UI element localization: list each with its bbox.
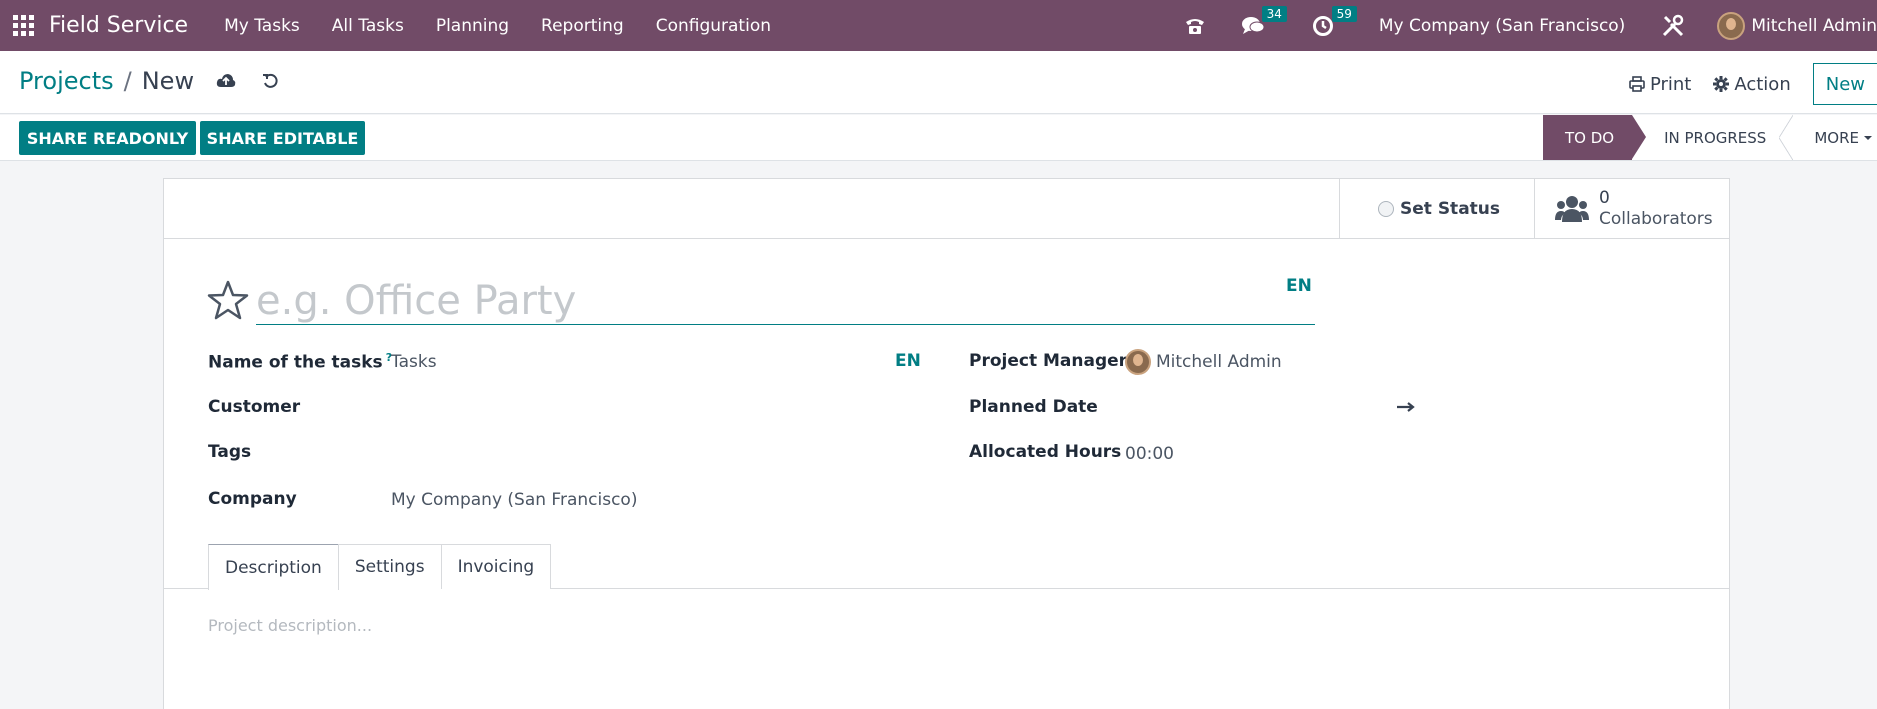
tab-settings[interactable]: Settings xyxy=(337,544,442,589)
project-manager-avatar xyxy=(1125,349,1151,375)
project-name-input[interactable]: e.g. Office Party xyxy=(256,277,1315,325)
form-sheet: Set Status 0 Collaborators e.g. Office P… xyxy=(163,178,1730,709)
allocated-hours-label: Allocated Hours xyxy=(969,442,1122,462)
new-button[interactable]: New xyxy=(1812,63,1877,105)
breadcrumb-current: New xyxy=(141,67,195,95)
print-button[interactable]: Print xyxy=(1629,74,1691,95)
tab-invoicing[interactable]: Invoicing xyxy=(440,544,552,589)
menu-configuration[interactable]: Configuration xyxy=(656,16,771,36)
messages-icon[interactable]: 34 xyxy=(1239,5,1287,40)
action-button[interactable]: Action xyxy=(1713,73,1791,95)
user-avatar xyxy=(1717,11,1746,40)
allocated-hours-input[interactable]: 00:00 xyxy=(1125,444,1174,464)
control-panel: Projects / New Print Action New xyxy=(0,51,1877,114)
tasks-name-label: Name of the tasks? xyxy=(208,351,393,373)
tasks-name-input[interactable]: Tasks xyxy=(391,352,437,372)
app-name[interactable]: Field Service xyxy=(49,13,188,38)
tab-description[interactable]: Description xyxy=(208,544,339,590)
tags-label: Tags xyxy=(208,442,252,462)
discard-undo-icon[interactable] xyxy=(262,72,280,90)
arrow-right-icon xyxy=(1397,402,1415,412)
breadcrumb: Projects / New xyxy=(19,67,280,95)
company-label: Company xyxy=(208,489,297,509)
activities-clock-icon[interactable]: 59 xyxy=(1309,5,1357,40)
set-status-label: Set Status xyxy=(1400,198,1501,219)
company-switcher[interactable]: My Company (San Francisco) xyxy=(1379,16,1625,36)
share-editable-button[interactable]: SHARE EDITABLE xyxy=(200,121,365,155)
project-manager-input[interactable]: Mitchell Admin xyxy=(1156,352,1282,372)
menu-my-tasks[interactable]: My Tasks xyxy=(224,16,300,36)
description-editor[interactable]: Project description... xyxy=(208,616,372,635)
debug-tools-icon[interactable] xyxy=(1659,12,1687,40)
status-radio-icon xyxy=(1378,200,1394,217)
favorite-star-icon[interactable] xyxy=(207,279,249,321)
users-icon xyxy=(1555,195,1589,222)
stage-pipeline: TO DO IN PROGRESS MORE xyxy=(1542,115,1877,160)
title-row: e.g. Office Party xyxy=(207,277,1327,327)
top-navbar: Field Service My Tasks All Tasks Plannin… xyxy=(0,0,1877,51)
tags-input[interactable] xyxy=(391,442,891,464)
stage-more-dropdown[interactable]: MORE xyxy=(1792,115,1877,160)
title-lang-button[interactable]: EN xyxy=(1286,276,1312,296)
phone-icon[interactable] xyxy=(1181,12,1209,40)
notebook-tabs: Description Settings Invoicing xyxy=(208,544,552,590)
user-name: Mitchell Admin xyxy=(1751,15,1877,36)
company-input[interactable]: My Company (San Francisco) xyxy=(391,490,637,510)
menu-planning[interactable]: Planning xyxy=(436,16,509,36)
customer-input[interactable] xyxy=(391,397,891,419)
set-status-button[interactable]: Set Status xyxy=(1339,179,1535,238)
share-readonly-button[interactable]: SHARE READONLY xyxy=(19,121,196,155)
collaborators-count: 0 xyxy=(1599,187,1610,208)
project-manager-label: Project Manager xyxy=(969,351,1128,371)
customer-label: Customer xyxy=(208,397,301,417)
collaborators-button[interactable]: 0 Collaborators xyxy=(1534,179,1730,238)
menu-reporting[interactable]: Reporting xyxy=(541,16,624,36)
breadcrumb-separator: / xyxy=(123,67,132,95)
print-label: Print xyxy=(1649,73,1692,95)
user-menu[interactable]: Mitchell Admin xyxy=(1717,11,1877,40)
caret-down-icon xyxy=(1864,135,1872,140)
status-bar: SHARE READONLY SHARE EDITABLE TO DO IN P… xyxy=(0,115,1877,161)
stage-in-progress[interactable]: IN PROGRESS xyxy=(1632,115,1794,160)
apps-menu-icon[interactable] xyxy=(13,15,35,37)
action-label: Action xyxy=(1734,73,1791,95)
planned-date-start-input[interactable] xyxy=(1125,397,1335,419)
menu-all-tasks[interactable]: All Tasks xyxy=(332,16,404,36)
save-cloud-icon[interactable] xyxy=(216,73,236,89)
gear-icon xyxy=(1713,76,1730,92)
activities-badge: 59 xyxy=(1331,5,1357,22)
print-icon xyxy=(1629,76,1645,92)
collaborators-label: Collaborators xyxy=(1599,208,1713,229)
smart-button-box: Set Status 0 Collaborators xyxy=(164,179,1729,239)
messages-badge: 34 xyxy=(1261,5,1287,22)
tasks-name-lang-button[interactable]: EN xyxy=(895,351,921,371)
planned-date-label: Planned Date xyxy=(969,397,1098,417)
breadcrumb-projects-link[interactable]: Projects xyxy=(19,67,114,95)
stage-todo[interactable]: TO DO xyxy=(1542,115,1647,160)
stage-more-label: MORE xyxy=(1814,128,1859,147)
